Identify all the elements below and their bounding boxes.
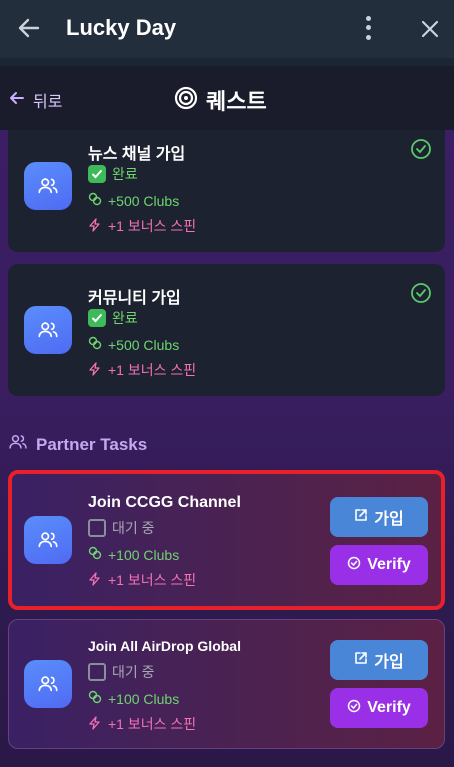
users-icon: [24, 516, 72, 564]
arrow-left-icon: [9, 90, 25, 111]
checkbox-empty-icon: [88, 663, 106, 681]
lightning-icon: [88, 715, 102, 733]
app-title: Lucky Day: [66, 15, 177, 40]
back-label: 뒤로: [33, 94, 63, 111]
check-circle-icon: [410, 138, 432, 165]
quest-name: 커뮤니티 가입: [88, 290, 181, 307]
verify-label: Verify: [367, 699, 411, 716]
status-label: 대기 중: [112, 664, 155, 680]
back-button[interactable]: 뒤로: [9, 88, 62, 112]
task-status: 대기 중: [88, 518, 155, 538]
status-label: 완료: [112, 166, 138, 182]
lightning-icon: [88, 217, 102, 235]
section-title-label: Partner Tasks: [36, 434, 148, 454]
quest-reward: +500 Clubs: [88, 336, 179, 353]
quest-name: 뉴스 채널 가입: [88, 146, 186, 163]
checkbox-checked-icon: [88, 165, 106, 183]
users-icon: [8, 432, 28, 457]
task-reward: +100 Clubs: [88, 690, 179, 707]
coins-icon: [88, 690, 102, 707]
reward-label: +500 Clubs: [108, 336, 180, 353]
header-divider: [0, 58, 454, 66]
users-icon: [24, 306, 72, 354]
page-title-text: 퀘스트: [206, 89, 267, 114]
quest-card: 커뮤니티 가입 완료 +500 Clubs +1 보너스 스핀: [8, 264, 445, 396]
check-circle-icon: [410, 282, 432, 309]
task-status: 대기 중: [88, 662, 155, 682]
bonus-label: +1 보너스 스핀: [108, 716, 197, 732]
quest-bonus: +1 보너스 스핀: [88, 360, 196, 380]
users-icon: [24, 660, 72, 708]
task-name: Join CCGG Channel: [88, 494, 241, 511]
status-label: 대기 중: [112, 520, 155, 536]
reward-label: +100 Clubs: [108, 690, 180, 707]
coins-icon: [88, 546, 102, 563]
join-label: 가입: [374, 511, 404, 528]
quest-status: 완료: [88, 308, 138, 328]
verify-label: Verify: [367, 556, 411, 573]
task-reward: +100 Clubs: [88, 546, 179, 563]
reward-label: +500 Clubs: [108, 192, 180, 209]
verify-button[interactable]: Verify: [330, 545, 428, 585]
close-icon[interactable]: [420, 13, 440, 44]
arrow-left-icon[interactable]: [16, 15, 42, 41]
quest-bonus: +1 보너스 스핀: [88, 216, 196, 236]
target-icon: [174, 86, 198, 115]
join-label: 가입: [374, 654, 404, 671]
verify-button[interactable]: Verify: [330, 688, 428, 728]
status-label: 완료: [112, 310, 138, 326]
external-link-icon: [354, 651, 368, 670]
bonus-label: +1 보너스 스핀: [108, 362, 197, 378]
bonus-label: +1 보너스 스핀: [108, 218, 197, 234]
quest-list: 뉴스 채널 가입 완료 +500 Clubs +1 보너스 스핀 커뮤니티 가입…: [0, 130, 454, 767]
coins-icon: [88, 336, 102, 353]
lightning-icon: [88, 361, 102, 379]
users-icon: [24, 162, 72, 210]
section-title: Partner Tasks: [8, 432, 147, 457]
check-circle-icon: [347, 556, 361, 575]
task-name: Join All AirDrop Global: [88, 638, 241, 654]
app-header: Lucky Day: [0, 0, 454, 58]
external-link-icon: [354, 508, 368, 527]
join-button[interactable]: 가입: [330, 497, 428, 537]
partner-task-card: Join CCGG Channel 대기 중 +100 Clubs +1 보너스…: [8, 470, 445, 610]
page-title: 퀘스트: [174, 84, 267, 116]
quest-status: 완료: [88, 164, 138, 184]
quest-card: 뉴스 채널 가입 완료 +500 Clubs +1 보너스 스핀: [8, 130, 445, 252]
bonus-label: +1 보너스 스핀: [108, 572, 197, 588]
join-button[interactable]: 가입: [330, 640, 428, 680]
check-circle-icon: [347, 699, 361, 718]
task-bonus: +1 보너스 스핀: [88, 714, 196, 734]
checkbox-checked-icon: [88, 309, 106, 327]
reward-label: +100 Clubs: [108, 546, 180, 563]
coins-icon: [88, 192, 102, 209]
checkbox-empty-icon: [88, 519, 106, 537]
kebab-menu-icon[interactable]: [358, 14, 378, 42]
quest-reward: +500 Clubs: [88, 192, 179, 209]
page-header: 뒤로 퀘스트: [0, 66, 454, 130]
partner-task-card: Join All AirDrop Global 대기 중 +100 Clubs …: [8, 619, 445, 749]
task-bonus: +1 보너스 스핀: [88, 570, 196, 590]
lightning-icon: [88, 571, 102, 589]
